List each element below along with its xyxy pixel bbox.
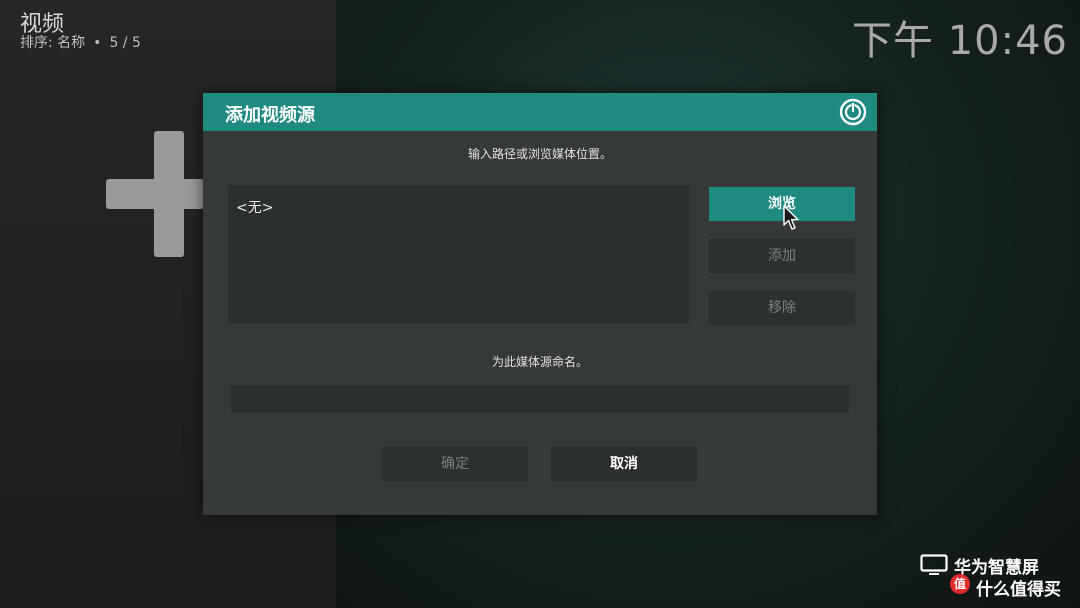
separator-dot: • (93, 35, 102, 51)
watermark: 华为智慧屏 值 什么值得买 (920, 553, 1061, 600)
dialog-title: 添加视频源 (225, 105, 315, 126)
path-prompt: 输入路径或浏览媒体位置。 (467, 147, 612, 161)
power-icon[interactable] (839, 98, 867, 126)
dialog-header: 添加视频源 (203, 93, 877, 131)
clock: 下午 10:46 (852, 18, 1068, 64)
name-prompt: 为此媒体源命名。 (491, 355, 588, 369)
ok-button[interactable]: 确定 (382, 447, 528, 481)
source-path-item[interactable]: <无> (236, 197, 273, 217)
cancel-button[interactable]: 取消 (551, 447, 697, 481)
add-video-source-dialog: 添加视频源 输入路径或浏览媒体位置。 <无> 浏览 添加 移除 为此媒体源命名。… (203, 93, 877, 515)
sort-label[interactable]: 排序: 名称 (20, 35, 85, 51)
source-name-input[interactable] (231, 385, 849, 413)
sort-info: 排序: 名称 • 5 / 5 (20, 32, 141, 52)
source-path-list[interactable]: <无> (228, 185, 689, 323)
remove-button[interactable]: 移除 (709, 291, 855, 325)
browse-button[interactable]: 浏览 (709, 187, 855, 221)
item-count: 5 / 5 (109, 35, 141, 51)
mouse-pointer-icon (783, 205, 799, 230)
tv-icon (920, 554, 948, 575)
watermark-badge: 值 (950, 574, 970, 594)
watermark-site: 什么值得买 (976, 580, 1061, 600)
plus-icon-horizontal (106, 179, 204, 209)
add-button[interactable]: 添加 (709, 239, 855, 273)
